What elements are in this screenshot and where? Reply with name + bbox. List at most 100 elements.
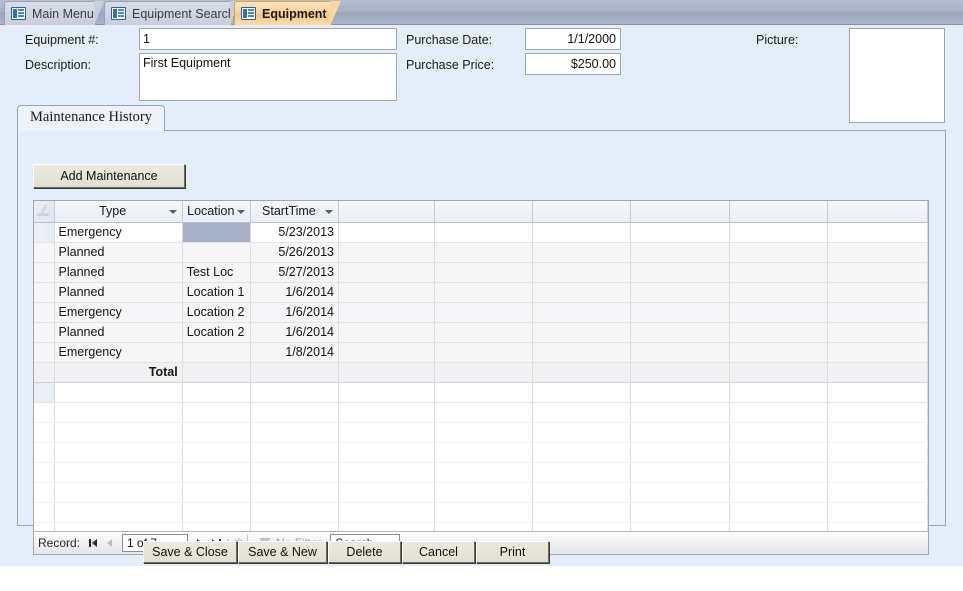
total-location — [182, 362, 251, 383]
datasheet-filler-row — [34, 522, 928, 531]
row-selector[interactable] — [34, 242, 55, 263]
cell-starttime[interactable]: 1/6/2014 — [250, 322, 339, 343]
picture-label: Picture: — [756, 33, 799, 47]
cell-type[interactable]: Emergency — [54, 302, 183, 323]
datasheet-filler-row — [34, 402, 928, 423]
purchase-price-input[interactable] — [525, 53, 621, 75]
chevron-down-icon[interactable] — [168, 201, 178, 221]
row-selector[interactable] — [34, 382, 55, 403]
purchase-price-label: Purchase Price: — [406, 58, 495, 72]
column-header-empty — [532, 201, 632, 223]
document-tab-label: Equipment Search — [132, 6, 235, 21]
datasheet-scroll-area: Type Location StartTime Emergency 5/23/2… — [34, 201, 928, 531]
select-all-corner[interactable] — [34, 201, 55, 223]
cell-type[interactable]: Planned — [54, 262, 183, 283]
add-maintenance-button[interactable]: Add Maintenance — [33, 164, 185, 188]
datasheet-filler-row — [34, 442, 928, 463]
table-row[interactable]: Planned Location 2 1/6/2014 — [34, 322, 928, 343]
form-footer-strip — [0, 566, 963, 591]
document-tab-main-menu[interactable]: Main Menu — [4, 1, 104, 26]
datasheet-total-row: Total — [34, 362, 928, 383]
cell-starttime[interactable]: 1/6/2014 — [250, 282, 339, 303]
equipment-number-label: Equipment #: — [25, 33, 99, 47]
select-all-icon — [37, 205, 49, 217]
row-selector[interactable] — [34, 282, 55, 303]
document-tab-equipment[interactable]: Equipment — [234, 1, 341, 26]
cell-type[interactable]: Planned — [54, 322, 183, 343]
cell-location[interactable] — [182, 242, 251, 263]
purchase-date-input[interactable] — [525, 28, 621, 50]
table-row[interactable]: Planned Test Loc 5/27/2013 — [34, 262, 928, 283]
document-tab-label: Main Menu — [32, 6, 94, 21]
cell-starttime[interactable]: 1/6/2014 — [250, 302, 339, 323]
table-row[interactable]: Planned 5/26/2013 — [34, 242, 928, 263]
maintenance-datasheet: Type Location StartTime Emergency 5/23/2… — [33, 200, 929, 555]
purchase-date-label: Purchase Date: — [406, 33, 493, 47]
cell-location[interactable]: Location 1 — [182, 282, 251, 303]
form-icon — [11, 7, 26, 20]
maintenance-tab-control: Maintenance History Add Maintenance Type… — [17, 105, 946, 555]
total-starttime — [250, 362, 339, 383]
cell-type[interactable]: Emergency — [54, 222, 183, 243]
row-selector[interactable] — [34, 222, 55, 243]
cell-location[interactable]: Location 2 — [182, 322, 251, 343]
cell-location[interactable]: Location 2 — [182, 302, 251, 323]
cell-starttime[interactable]: 5/27/2013 — [250, 262, 339, 283]
total-label: Total — [54, 362, 183, 383]
cancel-button[interactable]: Cancel — [402, 541, 475, 563]
column-header-empty — [827, 201, 928, 223]
datasheet-filler-row — [34, 502, 928, 523]
cell-location[interactable]: Test Loc — [182, 262, 251, 283]
form-icon — [111, 7, 126, 20]
row-selector[interactable] — [34, 342, 55, 363]
equipment-number-input[interactable] — [139, 28, 397, 50]
save-and-close-button[interactable]: Save & Close — [143, 541, 237, 563]
save-and-new-button[interactable]: Save & New — [238, 541, 327, 563]
row-selector[interactable] — [34, 322, 55, 343]
table-row[interactable]: Emergency 1/8/2014 — [34, 342, 928, 363]
cell-location[interactable] — [182, 222, 251, 243]
print-button[interactable]: Print — [476, 541, 549, 563]
column-header-empty — [434, 201, 534, 223]
datasheet-table: Type Location StartTime Emergency 5/23/2… — [34, 201, 928, 531]
datasheet-filler-row — [34, 482, 928, 503]
row-selector[interactable] — [34, 302, 55, 323]
table-row[interactable]: Emergency Location 2 1/6/2014 — [34, 302, 928, 323]
document-tab-label: Equipment — [262, 6, 327, 21]
table-row[interactable]: Emergency 5/23/2013 — [34, 222, 928, 243]
description-label: Description: — [25, 58, 91, 72]
document-tab-equipment-search[interactable]: Equipment Search — [104, 1, 240, 26]
datasheet-filler-row — [34, 462, 928, 483]
cell-starttime[interactable]: 5/26/2013 — [250, 242, 339, 263]
column-header-empty — [338, 201, 436, 223]
column-header-label: Location — [187, 204, 235, 219]
cell-starttime[interactable]: 5/23/2013 — [250, 222, 339, 243]
datasheet-new-row[interactable] — [34, 382, 928, 403]
row-selector[interactable] — [34, 262, 55, 283]
column-header-label: Type — [99, 204, 127, 219]
column-header-label: StartTime — [262, 204, 316, 219]
column-header-starttime[interactable]: StartTime — [250, 201, 339, 223]
form-icon — [241, 7, 256, 20]
column-header-type[interactable]: Type — [54, 201, 183, 223]
description-input[interactable] — [139, 53, 397, 101]
chevron-down-icon[interactable] — [236, 201, 246, 221]
datasheet-header-row: Type Location StartTime — [34, 201, 928, 223]
cell-type[interactable]: Emergency — [54, 342, 183, 363]
column-header-empty — [630, 201, 730, 223]
column-header-empty — [729, 201, 828, 223]
table-row[interactable]: Planned Location 1 1/6/2014 — [34, 282, 928, 303]
equipment-form: Equipment #: Description: Purchase Date:… — [0, 25, 963, 591]
datasheet-body: Emergency 5/23/2013 Planned 5/26/2013 Pl… — [34, 222, 928, 531]
row-selector[interactable] — [34, 362, 55, 383]
cell-type[interactable]: Planned — [54, 282, 183, 303]
datasheet-filler-row — [34, 422, 928, 443]
delete-button[interactable]: Delete — [328, 541, 401, 563]
column-header-location[interactable]: Location — [182, 201, 251, 223]
cell-type[interactable]: Planned — [54, 242, 183, 263]
cell-starttime[interactable]: 1/8/2014 — [250, 342, 339, 363]
chevron-down-icon[interactable] — [324, 201, 334, 221]
tab-maintenance-history[interactable]: Maintenance History — [17, 105, 166, 131]
document-tab-strip: Main Menu Equipment Search Equipment — [0, 0, 963, 26]
cell-location[interactable] — [182, 342, 251, 363]
